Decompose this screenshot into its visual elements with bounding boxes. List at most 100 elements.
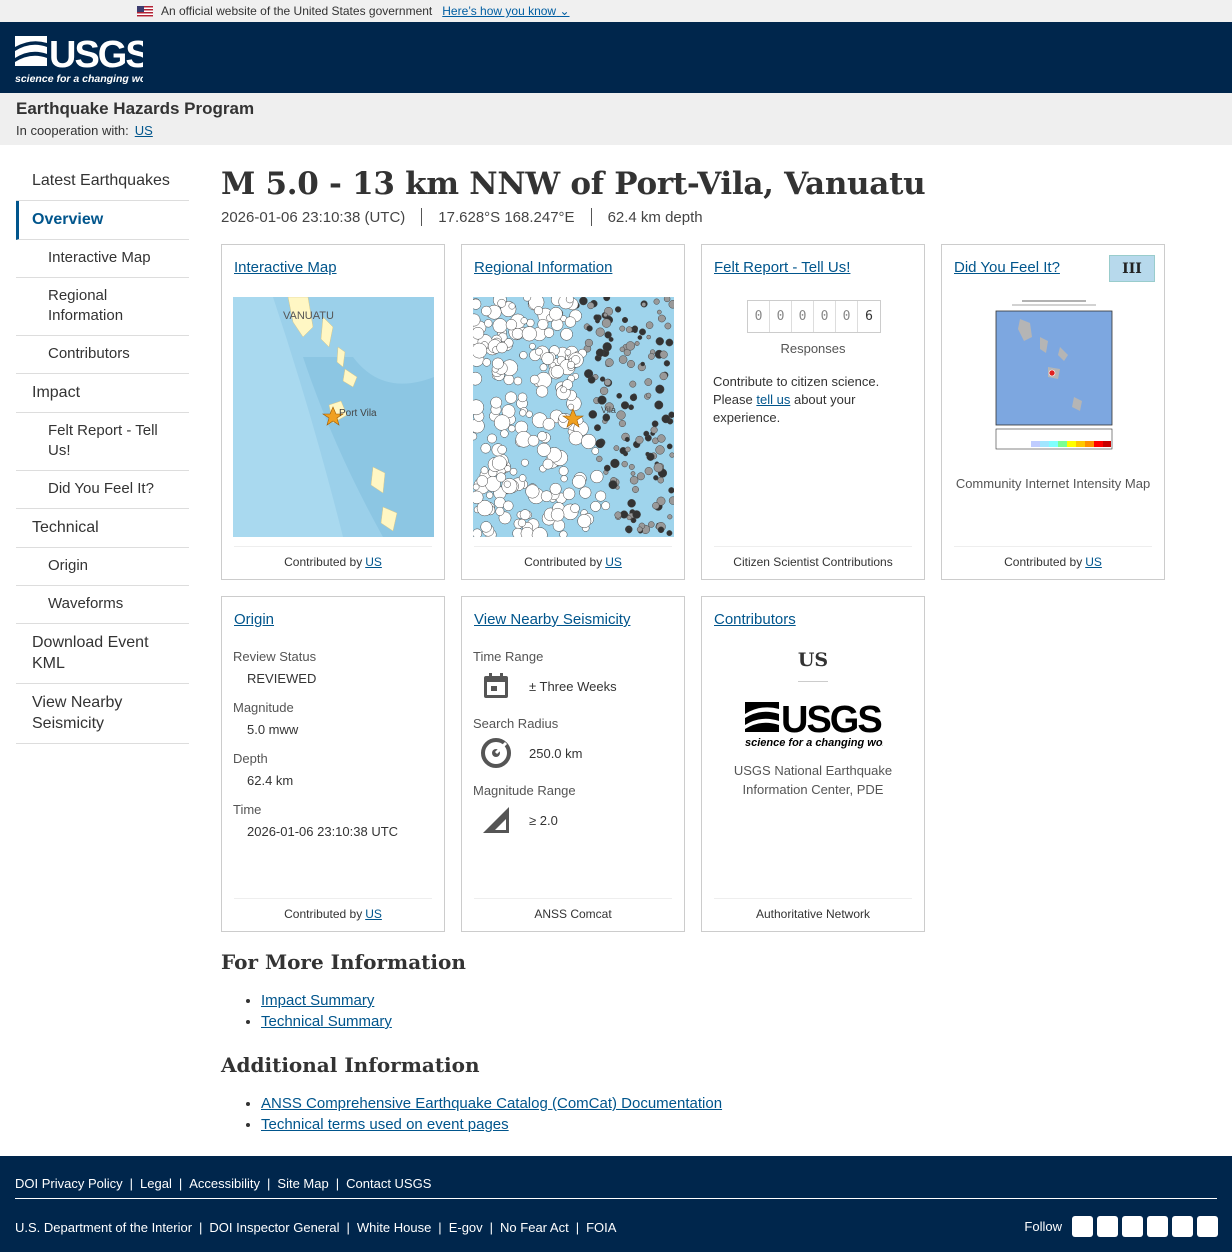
search-radius-label: Search Radius bbox=[473, 716, 559, 731]
sidebar-item-nearby-seismicity[interactable]: View Nearby Seismicity bbox=[16, 684, 189, 744]
card-footer: Contributed by US bbox=[234, 546, 432, 569]
sidebar-item-did-you-feel-it[interactable]: Did You Feel It? bbox=[16, 471, 189, 509]
card-footer: Contributed by US bbox=[954, 546, 1152, 569]
footer-link-accessibility[interactable]: Accessibility bbox=[189, 1176, 260, 1191]
instagram-icon[interactable] bbox=[1197, 1216, 1218, 1237]
footer-link-inspector-general[interactable]: DOI Inspector General bbox=[209, 1220, 339, 1235]
sidebar-item-latest-earthquakes[interactable]: Latest Earthquakes bbox=[16, 162, 189, 201]
interactive-map-thumbnail[interactable]: VANUATU Port Vila bbox=[233, 297, 434, 537]
counter-digit: 0 bbox=[792, 301, 814, 332]
footer-links-secondary: U.S. Department of the Interior | DOI Ins… bbox=[15, 1220, 617, 1235]
footer-link-site-map[interactable]: Site Map bbox=[277, 1176, 328, 1191]
magnitude-icon bbox=[483, 807, 509, 833]
card-footer: Authoritative Network bbox=[714, 898, 912, 921]
time-label: Time bbox=[233, 802, 262, 817]
page-title: M 5.0 - 13 km NNW of Port-Vila, Vanuatu bbox=[221, 166, 926, 202]
footer-link-doi[interactable]: U.S. Department of the Interior bbox=[15, 1220, 192, 1235]
event-summary-line: 2026-01-06 23:10:38 (UTC) 17.628°S 168.2… bbox=[221, 208, 1211, 226]
usgs-contributor-logo: USGS science for a changing world bbox=[745, 699, 897, 749]
magnitude-label: Magnitude bbox=[233, 700, 294, 715]
magnitude-range-value: ≥ 2.0 bbox=[529, 812, 558, 828]
depth-value: 62.4 km bbox=[247, 773, 294, 788]
svg-text:science for a changing world: science for a changing world bbox=[745, 737, 883, 749]
gov-banner-text: An official website of the United States… bbox=[161, 4, 433, 18]
card-contributors: Contributors US USGS science for a chang… bbox=[701, 596, 925, 932]
footer-link-privacy[interactable]: DOI Privacy Policy bbox=[15, 1176, 123, 1191]
sidebar-item-felt-report[interactable]: Felt Report - Tell Us! bbox=[16, 413, 189, 471]
counter-digit: 6 bbox=[865, 309, 873, 324]
sidebar-item-overview[interactable]: Overview bbox=[16, 201, 189, 240]
origin-link[interactable]: Origin bbox=[234, 611, 274, 628]
sidebar-item-technical[interactable]: Technical bbox=[16, 509, 189, 548]
sidebar-item-interactive-map[interactable]: Interactive Map bbox=[16, 240, 189, 278]
origin-details: Review Status REVIEWED Magnitude 5.0 mww… bbox=[233, 649, 432, 853]
flickr-icon[interactable] bbox=[1147, 1216, 1168, 1237]
impact-summary-link[interactable]: Impact Summary bbox=[261, 992, 374, 1009]
felt-report-link[interactable]: Felt Report - Tell Us! bbox=[714, 259, 850, 276]
footer-links-primary: DOI Privacy Policy | Legal | Accessibility… bbox=[15, 1176, 432, 1191]
footer-link-foia[interactable]: FOIA bbox=[586, 1220, 616, 1235]
more-information-section: For More Information Impact Summary Tech… bbox=[221, 950, 921, 1032]
time-range-label: Time Range bbox=[473, 649, 544, 664]
svg-text:USGS: USGS bbox=[781, 699, 881, 741]
sidebar-item-contributors[interactable]: Contributors bbox=[16, 336, 189, 374]
contributors-link[interactable]: Contributors bbox=[714, 611, 796, 628]
contributor-link[interactable]: US bbox=[1085, 555, 1102, 569]
card-origin: Origin Review Status REVIEWED Magnitude … bbox=[221, 596, 445, 932]
technical-summary-link[interactable]: Technical Summary bbox=[261, 1013, 392, 1030]
footer-link-legal[interactable]: Legal bbox=[140, 1176, 172, 1191]
facebook-icon[interactable] bbox=[1097, 1216, 1118, 1237]
footer-link-contact[interactable]: Contact USGS bbox=[346, 1176, 431, 1191]
review-status-label: Review Status bbox=[233, 649, 317, 664]
contributor-link[interactable]: US bbox=[605, 555, 622, 569]
event-time: 2026-01-06 23:10:38 (UTC) bbox=[221, 208, 406, 226]
youtube-icon[interactable] bbox=[1172, 1216, 1193, 1237]
contributor-link[interactable]: US bbox=[365, 555, 382, 569]
card-footer: Contributed by US bbox=[234, 898, 432, 921]
card-nearby-seismicity: View Nearby Seismicity Time Range ± Thre… bbox=[461, 596, 685, 932]
magnitude-value: 5.0 mww bbox=[247, 722, 299, 737]
calendar-icon bbox=[484, 673, 508, 698]
sidebar-item-download-kml[interactable]: Download Event KML bbox=[16, 624, 189, 684]
review-status-value: REVIEWED bbox=[247, 671, 317, 686]
footer-link-egov[interactable]: E-gov bbox=[449, 1220, 483, 1235]
sidebar-item-origin[interactable]: Origin bbox=[16, 548, 189, 586]
regional-map-thumbnail[interactable]: Vila bbox=[473, 297, 674, 537]
tell-us-link[interactable]: tell us bbox=[756, 392, 790, 407]
comcat-documentation-link[interactable]: ANSS Comprehensive Earthquake Catalog (C… bbox=[261, 1095, 722, 1112]
seismicity-details: Time Range ± Three Weeks Search Radius 2… bbox=[473, 649, 672, 842]
time-value: 2026-01-06 23:10:38 UTC bbox=[247, 824, 399, 839]
sidebar-nav: Latest Earthquakes Overview Interactive … bbox=[16, 162, 189, 744]
additional-information-heading: Additional Information bbox=[221, 1053, 480, 1077]
more-information-heading: For More Information bbox=[221, 950, 466, 974]
twitter-icon[interactable] bbox=[1072, 1216, 1093, 1237]
usgs-logo[interactable]: USGS science for a changing world bbox=[15, 30, 160, 86]
contributor-organization: USGS National Earthquake Information Cen… bbox=[733, 763, 893, 797]
felt-description: Contribute to citizen science. Please te… bbox=[713, 374, 880, 425]
coop-link-us[interactable]: US bbox=[135, 123, 153, 138]
heres-how-you-know-link[interactable]: Here’s how you know ⌄ bbox=[442, 4, 569, 18]
site-title-bar: Earthquake Hazards Program In cooperatio… bbox=[0, 93, 1232, 145]
footer-link-no-fear-act[interactable]: No Fear Act bbox=[500, 1220, 569, 1235]
card-regional-information: Regional Information Vila Contributed by… bbox=[461, 244, 685, 580]
intensity-badge: III bbox=[1109, 255, 1155, 282]
nearby-seismicity-link[interactable]: View Nearby Seismicity bbox=[474, 611, 630, 628]
radius-icon bbox=[481, 738, 511, 768]
magnitude-range-label: Magnitude Range bbox=[473, 783, 576, 798]
event-depth: 62.4 km depth bbox=[607, 208, 703, 226]
github-icon[interactable] bbox=[1122, 1216, 1143, 1237]
interactive-map-link[interactable]: Interactive Map bbox=[234, 259, 337, 276]
technical-terms-link[interactable]: Technical terms used on event pages bbox=[261, 1116, 509, 1133]
map-label-vila: Vila bbox=[601, 405, 616, 415]
footer-link-white-house[interactable]: White House bbox=[357, 1220, 431, 1235]
sidebar-item-impact[interactable]: Impact bbox=[16, 374, 189, 413]
did-you-feel-it-link[interactable]: Did You Feel It? bbox=[954, 259, 1060, 276]
us-flag-icon bbox=[137, 5, 153, 17]
regional-information-link[interactable]: Regional Information bbox=[474, 259, 612, 276]
sidebar-item-regional-information[interactable]: Regional Information bbox=[16, 278, 189, 336]
contributor-link[interactable]: US bbox=[365, 907, 382, 921]
main-content: M 5.0 - 13 km NNW of Port-Vila, Vanuatu … bbox=[221, 160, 1211, 226]
site-title[interactable]: Earthquake Hazards Program bbox=[16, 99, 1216, 119]
sidebar-item-waveforms[interactable]: Waveforms bbox=[16, 586, 189, 624]
intensity-map-thumbnail[interactable] bbox=[982, 297, 1126, 457]
